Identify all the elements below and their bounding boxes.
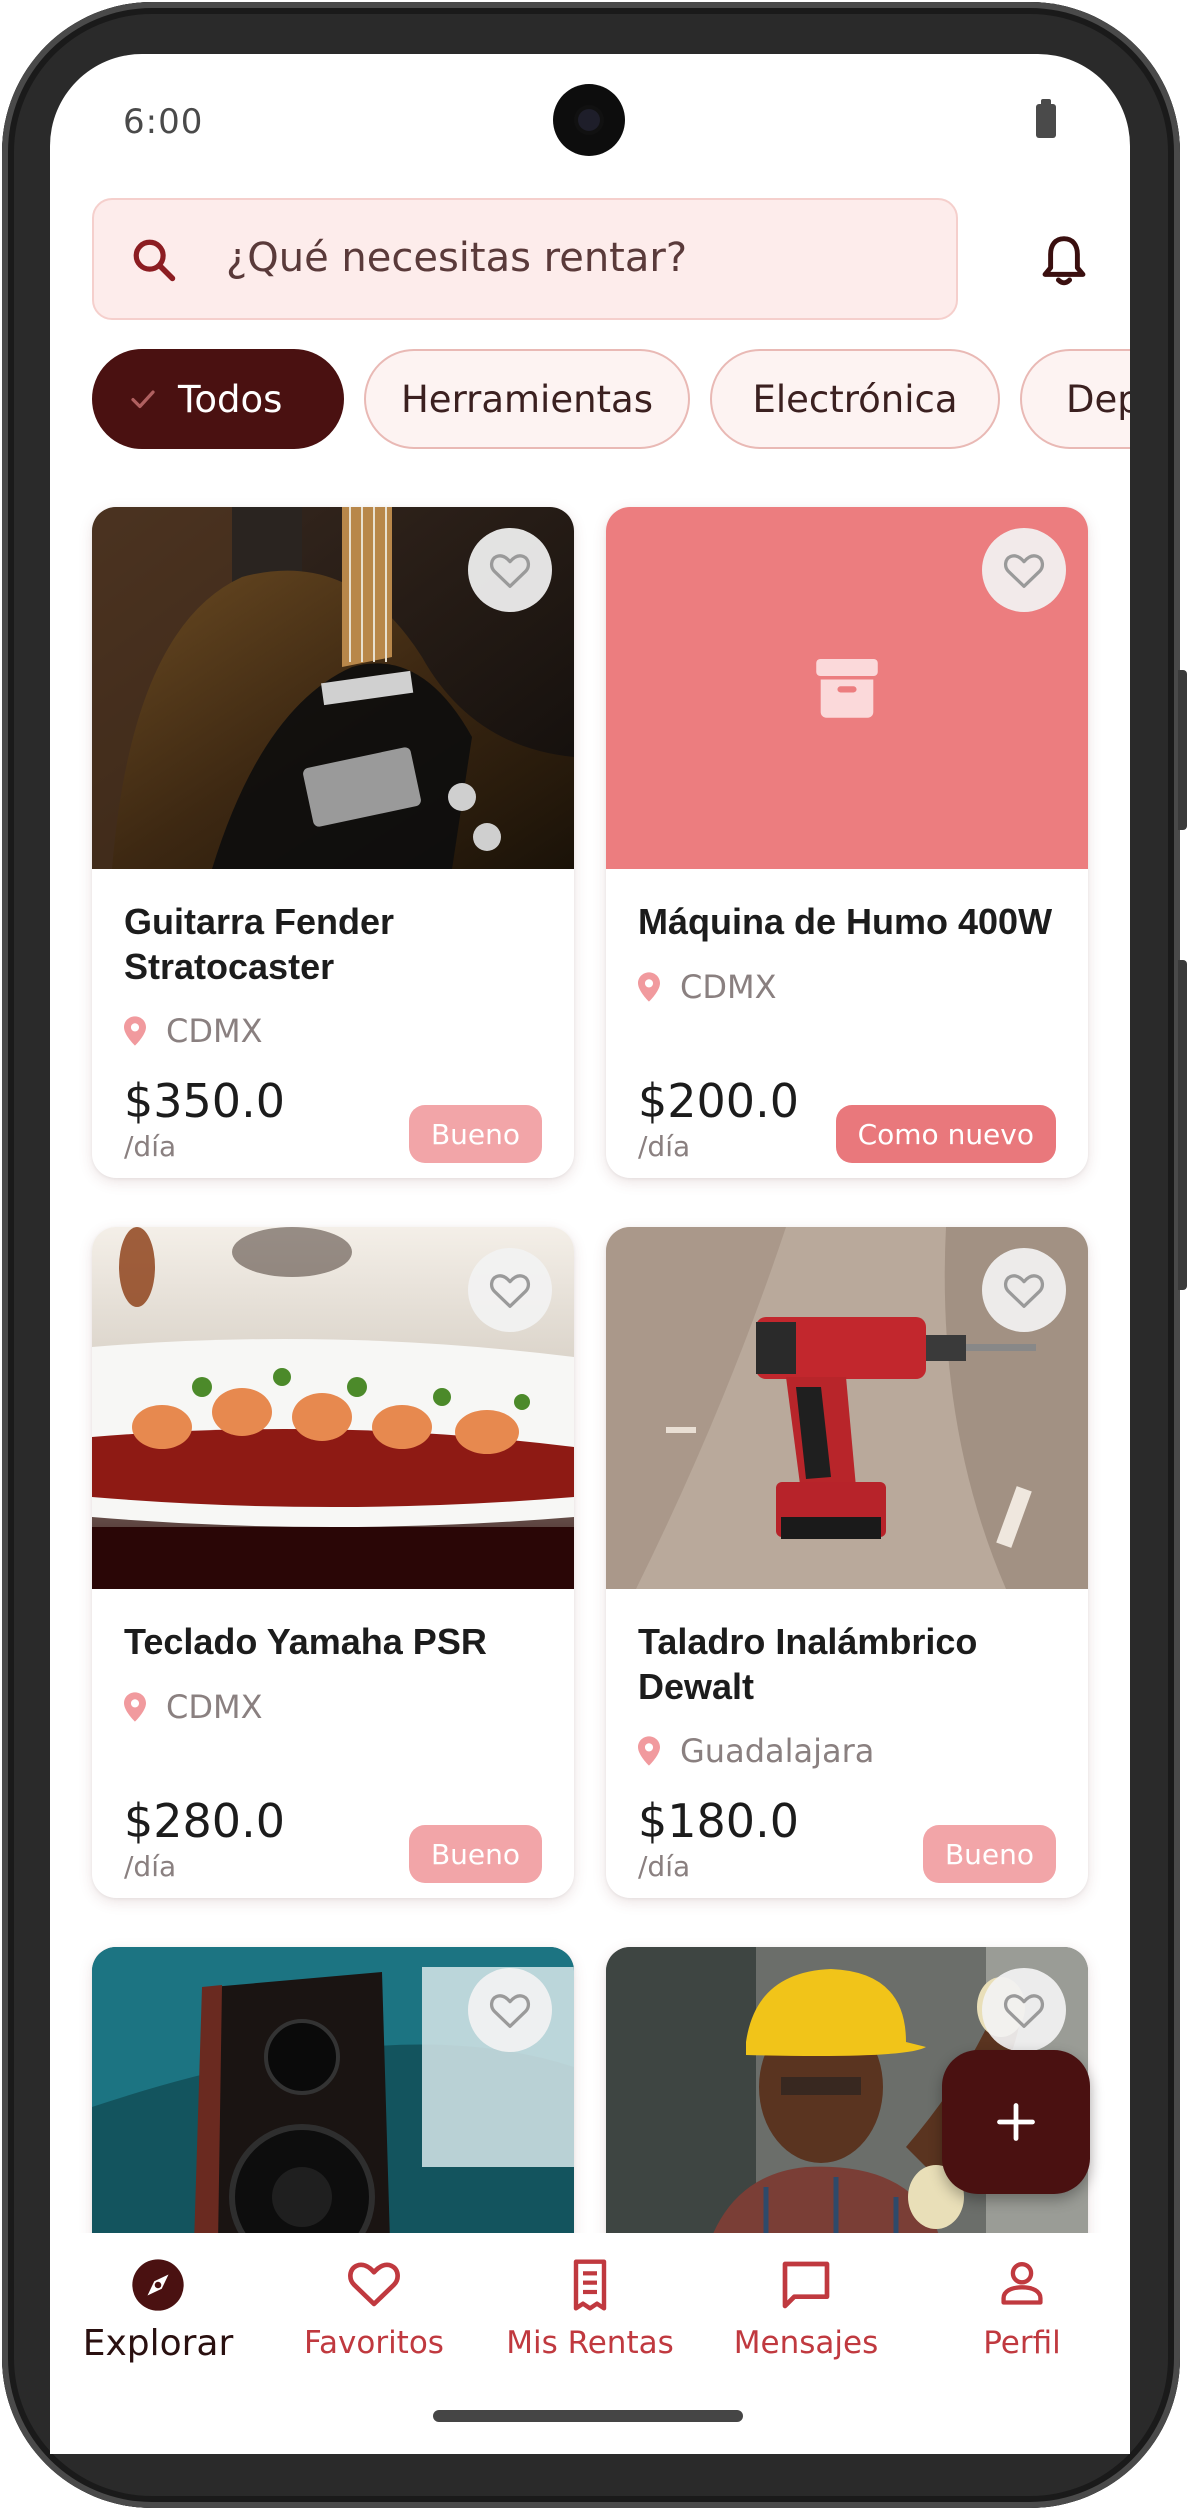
nav-label: Perfil <box>983 2325 1061 2361</box>
nav-label: Mis Rentas <box>506 2325 674 2361</box>
front-camera <box>553 84 625 156</box>
favorite-button[interactable] <box>982 1968 1066 2052</box>
chip-label: Dep <box>1066 377 1130 421</box>
heart-icon <box>348 2262 400 2307</box>
listing-location: CDMX <box>638 968 777 1006</box>
plus-icon <box>997 2103 1035 2141</box>
condition-badge: Bueno <box>408 1825 542 1883</box>
notification-bell-icon[interactable] <box>1037 232 1091 290</box>
listing-title: Guitarra Fender Stratocaster <box>124 901 395 987</box>
listing-title: Teclado Yamaha PSR <box>124 1621 487 1662</box>
heart-outline-icon <box>1004 554 1044 588</box>
listing-card[interactable]: Guitarra Fender Stratocaster CDMX $350.0… <box>92 507 574 1178</box>
search-icon <box>133 239 176 282</box>
listing-price: $280.0 <box>124 1794 285 1848</box>
location-pin-icon <box>638 972 660 1002</box>
category-chips: Todos Herramientas Electrónica Dep <box>92 349 1130 449</box>
condition-badge: Como nuevo <box>835 1105 1056 1163</box>
heart-outline-icon <box>1004 1274 1044 1308</box>
nav-label: Mensajes <box>733 2325 879 2361</box>
location-text: Guadalajara <box>680 1732 875 1770</box>
add-listing-button[interactable] <box>942 2050 1090 2194</box>
price-unit: /día <box>124 1130 177 1163</box>
price-unit: /día <box>124 1850 177 1883</box>
listing-card[interactable]: Máquina de Humo 400W CDMX $200.0 /día Co… <box>606 507 1088 1178</box>
location-text: CDMX <box>166 1688 263 1726</box>
listing-card[interactable]: Teclado Yamaha PSR CDMX $280.0 /día Buen… <box>92 1227 574 1898</box>
compass-icon <box>132 2259 184 2311</box>
phone-frame: 6:00 ¿Qué necesitas rentar? Todos Herram… <box>0 0 1187 2513</box>
chip-deportes[interactable]: Dep <box>1020 349 1130 449</box>
chip-electronica[interactable]: Electrónica <box>710 349 1000 449</box>
chip-todos[interactable]: Todos <box>92 349 344 449</box>
condition-badge: Bueno <box>408 1105 542 1163</box>
location-text: CDMX <box>680 968 777 1006</box>
receipt-icon <box>573 2259 607 2311</box>
location-pin-icon <box>124 1016 146 1046</box>
location-pin-icon <box>124 1692 146 1722</box>
listing-card[interactable]: Taladro Inalámbrico Dewalt Guadalajara $… <box>606 1227 1088 1898</box>
price-unit: /día <box>638 1850 691 1883</box>
nav-explorar[interactable]: Explorar <box>50 2233 266 2383</box>
check-icon <box>131 390 155 409</box>
chip-label: Electrónica <box>752 377 958 421</box>
nav-mensajes[interactable]: Mensajes <box>698 2233 914 2383</box>
chip-label: Herramientas <box>400 377 654 421</box>
message-icon <box>782 2261 830 2309</box>
nav-label: Favoritos <box>304 2325 444 2361</box>
home-indicator[interactable] <box>433 2410 743 2422</box>
listing-location: CDMX <box>124 1688 263 1726</box>
listing-price: $180.0 <box>638 1794 799 1848</box>
listing-title: Taladro Inalámbrico Dewalt <box>638 1621 978 1707</box>
power-button <box>1178 960 1187 1290</box>
chip-label: Todos <box>178 377 283 421</box>
search-bar[interactable]: ¿Qué necesitas rentar? <box>92 198 958 320</box>
condition-badge: Bueno <box>922 1825 1056 1883</box>
listing-price: $350.0 <box>124 1074 285 1128</box>
location-text: CDMX <box>166 1012 263 1050</box>
listing-price: $200.0 <box>638 1074 799 1128</box>
status-time: 6:00 <box>123 102 204 142</box>
volume-button <box>1178 670 1187 830</box>
favorite-button[interactable] <box>468 1248 552 1332</box>
heart-outline-icon <box>490 554 530 588</box>
listing-title: Máquina de Humo 400W <box>638 901 1053 942</box>
search-input[interactable]: ¿Qué necesitas rentar? <box>226 235 687 281</box>
favorite-button[interactable] <box>982 528 1066 612</box>
location-pin-icon <box>638 1736 660 1766</box>
person-icon <box>1001 2261 1043 2305</box>
battery-icon <box>1036 99 1056 138</box>
listing-location: Guadalajara <box>638 1732 874 1770</box>
archive-box-placeholder-icon <box>816 658 878 718</box>
chip-herramientas[interactable]: Herramientas <box>364 349 690 449</box>
heart-outline-icon <box>490 1274 530 1308</box>
nav-favoritos[interactable]: Favoritos <box>266 2233 482 2383</box>
listing-location: CDMX <box>124 1012 263 1050</box>
favorite-button[interactable] <box>468 528 552 612</box>
nav-mis-rentas[interactable]: Mis Rentas <box>482 2233 698 2383</box>
price-unit: /día <box>638 1130 691 1163</box>
favorite-button[interactable] <box>468 1968 552 2052</box>
heart-outline-icon <box>1004 1994 1044 2028</box>
heart-outline-icon <box>490 1994 530 2028</box>
nav-perfil[interactable]: Perfil <box>914 2233 1130 2383</box>
nav-label: Explorar <box>82 2323 234 2364</box>
favorite-button[interactable] <box>982 1248 1066 1332</box>
